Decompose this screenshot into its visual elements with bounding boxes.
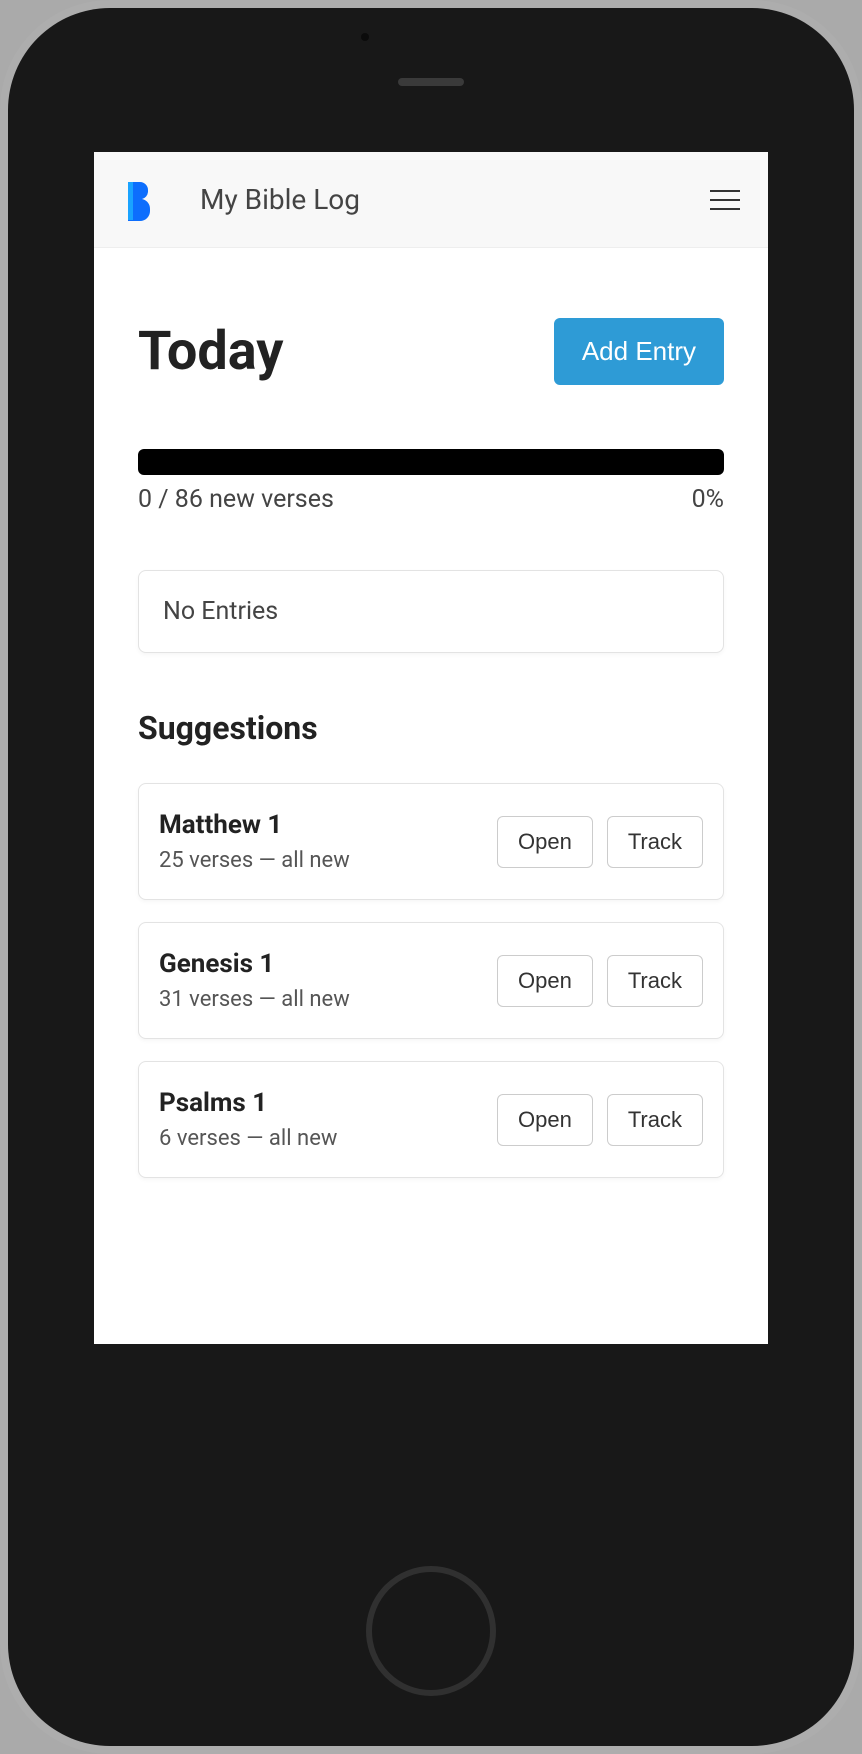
open-button[interactable]: Open [497,816,593,868]
no-entries-label: No Entries [163,597,278,626]
suggestion-card: Genesis 1 31 verses — all new Open Track [138,922,724,1039]
suggestion-subtitle: 25 verses — all new [159,848,350,873]
suggestion-title: Psalms 1 [159,1088,337,1118]
app-title[interactable]: My Bible Log [200,183,710,216]
phone-frame: My Bible Log Today Add Entry 0 / 86 new … [0,0,862,1754]
suggestion-title: Genesis 1 [159,949,350,979]
progress-label: 0 / 86 new verses [138,485,334,514]
phone-bezel: My Bible Log Today Add Entry 0 / 86 new … [8,8,854,1746]
suggestion-subtitle: 6 verses — all new [159,1126,337,1151]
progress-row: 0 / 86 new verses 0% [138,485,724,514]
hamburger-menu-icon[interactable] [710,190,740,210]
app-logo-icon[interactable] [122,180,160,220]
phone-home-button[interactable] [366,1566,496,1696]
open-button[interactable]: Open [497,955,593,1007]
add-entry-button[interactable]: Add Entry [554,318,724,385]
track-button[interactable]: Track [607,816,703,868]
phone-camera-dot [361,33,369,41]
track-button[interactable]: Track [607,1094,703,1146]
navbar: My Bible Log [94,152,768,248]
suggestion-card: Matthew 1 25 verses — all new Open Track [138,783,724,900]
screen: My Bible Log Today Add Entry 0 / 86 new … [94,152,768,1344]
suggestion-subtitle: 31 verses — all new [159,987,350,1012]
track-button[interactable]: Track [607,955,703,1007]
header-row: Today Add Entry [138,318,724,385]
phone-speaker [398,78,464,86]
page-title: Today [138,320,283,383]
main-content: Today Add Entry 0 / 86 new verses 0% No … [94,248,768,1344]
no-entries-card: No Entries [138,570,724,653]
progress-percent: 0% [692,485,724,514]
open-button[interactable]: Open [497,1094,593,1146]
suggestions-title: Suggestions [138,709,724,747]
suggestion-card: Psalms 1 6 verses — all new Open Track [138,1061,724,1178]
progress-bar [138,449,724,475]
suggestion-title: Matthew 1 [159,810,350,840]
